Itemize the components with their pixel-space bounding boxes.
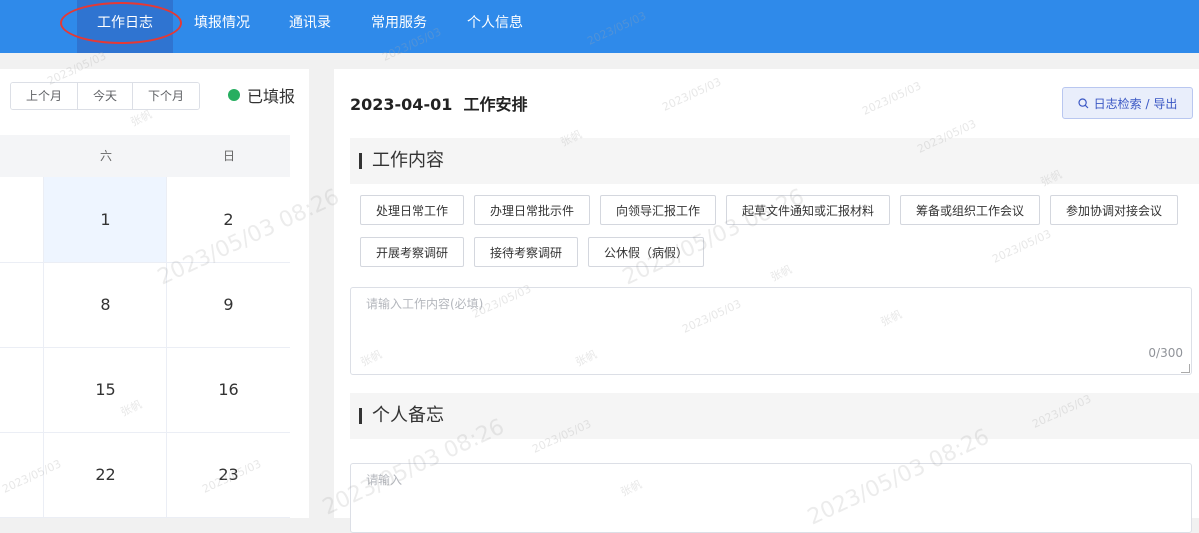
work-content-title: 工作内容 bbox=[372, 150, 444, 171]
work-tag[interactable]: 接待考察调研 bbox=[474, 237, 578, 267]
today-button[interactable]: 今天 bbox=[78, 83, 133, 109]
nav-item-work-log[interactable]: 工作日志 bbox=[77, 0, 173, 53]
work-tag[interactable]: 办理日常批示件 bbox=[474, 195, 590, 225]
personal-memo-input[interactable]: 请输入 bbox=[350, 463, 1192, 533]
work-tag[interactable]: 处理日常工作 bbox=[360, 195, 464, 225]
calendar-day[interactable]: 8 bbox=[43, 262, 167, 347]
calendar-day[interactable]: 15 bbox=[43, 347, 167, 432]
calendar-day[interactable]: 16 bbox=[166, 347, 290, 432]
calendar-panel: 上个月 今天 下个月 已填报 六 日 1 2 8 9 15 16 22 23 bbox=[0, 69, 309, 518]
resize-handle-icon[interactable] bbox=[1181, 364, 1190, 373]
calendar-day[interactable]: 23 bbox=[166, 432, 290, 517]
filled-status-label: 已填报 bbox=[247, 87, 296, 106]
personal-memo-section-header: 个人备忘 bbox=[350, 393, 1199, 439]
char-counter: 0/300 bbox=[1148, 346, 1183, 360]
calendar-weekday-header: 六 日 bbox=[0, 135, 290, 177]
personal-memo-placeholder: 请输入 bbox=[366, 473, 403, 487]
nav-item-common-services[interactable]: 常用服务 bbox=[357, 0, 441, 53]
work-content-input[interactable]: 请输入工作内容(必填) 0/300 bbox=[350, 287, 1192, 375]
calendar-week-row: 22 23 bbox=[0, 432, 290, 518]
calendar-day[interactable]: 1 bbox=[43, 177, 167, 262]
calendar-week-row: 8 9 bbox=[0, 262, 290, 348]
work-tag[interactable]: 起草文件通知或汇报材料 bbox=[726, 195, 890, 225]
page-title: 2023-04-01 工作安排 bbox=[350, 95, 528, 114]
work-tag[interactable]: 开展考察调研 bbox=[360, 237, 464, 267]
month-switcher: 上个月 今天 下个月 bbox=[10, 82, 200, 110]
top-nav: 工作日志 填报情况 通讯录 常用服务 个人信息 bbox=[0, 0, 1199, 53]
calendar-day[interactable]: 22 bbox=[43, 432, 167, 517]
nav-item-contacts[interactable]: 通讯录 bbox=[276, 0, 344, 53]
work-content-placeholder: 请输入工作内容(必填) bbox=[366, 297, 484, 311]
log-search-export-label: 日志检索 / 导出 bbox=[1093, 96, 1178, 111]
nav-item-fill-status[interactable]: 填报情况 bbox=[180, 0, 264, 53]
prev-month-button[interactable]: 上个月 bbox=[11, 83, 78, 109]
weekday-sun: 日 bbox=[222, 149, 235, 163]
work-tag[interactable]: 参加协调对接会议 bbox=[1050, 195, 1178, 225]
work-tag[interactable]: 向领导汇报工作 bbox=[600, 195, 716, 225]
work-tag[interactable]: 公休假（病假） bbox=[588, 237, 704, 267]
section-bar bbox=[359, 153, 362, 169]
next-month-button[interactable]: 下个月 bbox=[133, 83, 199, 109]
weekday-sat: 六 bbox=[99, 149, 112, 163]
log-search-export-button[interactable]: 日志检索 / 导出 bbox=[1062, 87, 1193, 119]
work-tag[interactable]: 筹备或组织工作会议 bbox=[900, 195, 1040, 225]
work-content-section-header: 工作内容 bbox=[350, 138, 1199, 184]
personal-memo-title: 个人备忘 bbox=[372, 405, 444, 426]
calendar-week-row: 15 16 bbox=[0, 347, 290, 433]
status-dot-icon bbox=[228, 89, 240, 101]
calendar-week-row: 1 2 bbox=[0, 177, 290, 263]
filled-status: 已填报 bbox=[228, 83, 295, 107]
work-arrangement-panel: 2023-04-01 工作安排 日志检索 / 导出 工作内容 处理日常工作 办理… bbox=[334, 69, 1199, 533]
section-bar bbox=[359, 408, 362, 424]
search-icon bbox=[1078, 97, 1089, 108]
calendar-day[interactable]: 2 bbox=[166, 177, 290, 262]
nav-item-personal-info[interactable]: 个人信息 bbox=[453, 0, 537, 53]
calendar-day[interactable]: 9 bbox=[166, 262, 290, 347]
